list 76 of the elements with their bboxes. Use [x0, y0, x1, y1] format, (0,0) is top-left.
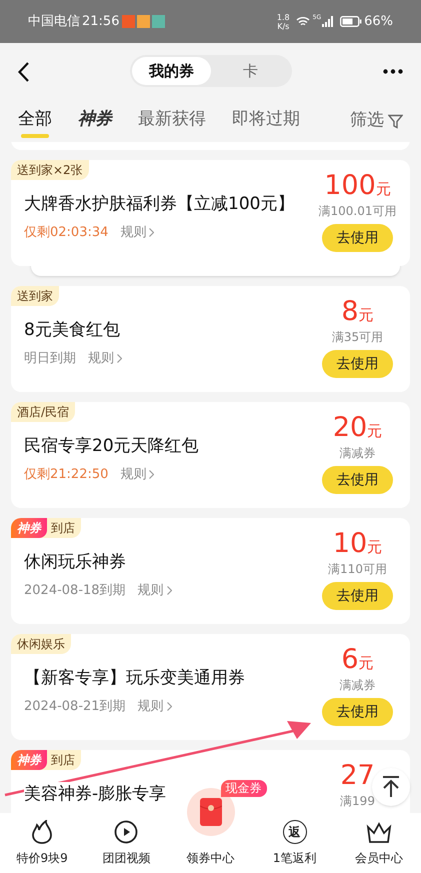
carrier-name: 中国电信: [28, 12, 80, 31]
chevron-right-icon: [117, 354, 122, 363]
flame-icon: [31, 820, 54, 844]
network-speed-value: 1.8: [276, 12, 290, 22]
cash-coupon-badge: 现金券: [220, 780, 267, 797]
battery-level: 66%: [364, 12, 393, 31]
chevron-right-icon: [149, 228, 154, 237]
rules-link[interactable]: 规则: [138, 696, 172, 716]
filter-tab[interactable]: 全部: [18, 104, 52, 138]
rules-link[interactable]: 规则: [138, 580, 172, 600]
signal-icon: [322, 16, 334, 27]
nav-item[interactable]: 特价9块9: [16, 820, 68, 867]
chevron-right-icon: [166, 702, 172, 711]
app-icon: [152, 15, 166, 28]
currency-unit: 元: [358, 656, 374, 671]
nav-item[interactable]: 会员中心: [354, 822, 403, 867]
segment-tab[interactable]: 我的券: [132, 57, 211, 85]
usage-condition: 满110可用: [328, 561, 387, 578]
brand-tag: 神券: [11, 518, 47, 538]
usage-condition: 满35可用: [332, 329, 384, 346]
chevron-right-icon: [166, 586, 172, 595]
category-tag: 送到家×2张: [11, 160, 89, 180]
expiry-text: 仅剩02:03:34: [24, 224, 108, 242]
filter-tab[interactable]: 即将过期: [232, 104, 300, 138]
filter-tab[interactable]: 最新获得: [138, 104, 206, 138]
category-tag: 送到家: [11, 286, 59, 306]
nav-item[interactable]: 团团视频: [102, 820, 150, 867]
use-button[interactable]: 去使用: [322, 350, 393, 378]
network-speed-unit: K/s: [277, 22, 290, 30]
coupon-amount: 8: [341, 298, 359, 325]
expiry-text: 2024-08-21到期: [24, 698, 126, 716]
play-icon: [114, 820, 138, 844]
rules-link[interactable]: 规则: [88, 348, 122, 368]
expiry-text: 仅剩21:22:50: [24, 466, 108, 484]
filter-button[interactable]: 筛选: [350, 108, 403, 134]
status-time: 21:56: [82, 12, 120, 31]
currency-unit: 元: [367, 424, 382, 439]
use-button[interactable]: 去使用: [322, 466, 393, 494]
rules-link[interactable]: 规则: [120, 464, 154, 484]
envelope-icon: [200, 798, 222, 826]
coupon-amount: 6: [341, 646, 359, 673]
nav-item[interactable]: 领券中心: [186, 849, 234, 867]
nav-item[interactable]: 返 1笔返利: [272, 820, 317, 867]
usage-condition: 满减券: [340, 445, 376, 462]
segment-tab[interactable]: 卡: [211, 57, 290, 85]
coupon-amount: 27: [340, 762, 375, 789]
use-button[interactable]: 去使用: [322, 582, 393, 610]
currency-unit: 元: [376, 182, 391, 197]
expiry-text: 明日到期: [24, 350, 76, 368]
wifi-icon: [296, 16, 310, 27]
usage-condition: 满100.01可用: [318, 203, 396, 220]
coupon-amount: 20: [332, 414, 368, 441]
app-icon: [122, 15, 136, 28]
app-icon: [137, 15, 150, 28]
usage-condition: 满199: [340, 793, 375, 810]
rules-link[interactable]: 规则: [120, 222, 154, 242]
brand-tag: 神券: [11, 750, 47, 770]
expiry-text: 2024-08-18到期: [24, 582, 126, 600]
category-tag: 休闲娱乐: [11, 634, 71, 654]
currency-unit: 元: [358, 308, 374, 323]
filter-tab[interactable]: 神券: [78, 104, 112, 138]
coupon-amount: 100: [324, 172, 376, 199]
up-arrow-icon: [381, 776, 401, 798]
crown-icon: [366, 822, 392, 844]
back-icon[interactable]: [18, 62, 30, 82]
battery-icon: [340, 16, 362, 27]
coupon-amount: 10: [332, 530, 368, 557]
filter-icon: [388, 114, 403, 128]
use-button[interactable]: 去使用: [322, 698, 393, 726]
currency-unit: 元: [367, 540, 382, 555]
rebate-icon: 返: [282, 820, 307, 844]
chevron-right-icon: [149, 470, 154, 479]
usage-condition: 满减券: [340, 677, 376, 694]
more-icon[interactable]: [383, 69, 403, 74]
category-tag: 酒店/民宿: [11, 402, 76, 422]
use-button[interactable]: 去使用: [322, 224, 393, 252]
